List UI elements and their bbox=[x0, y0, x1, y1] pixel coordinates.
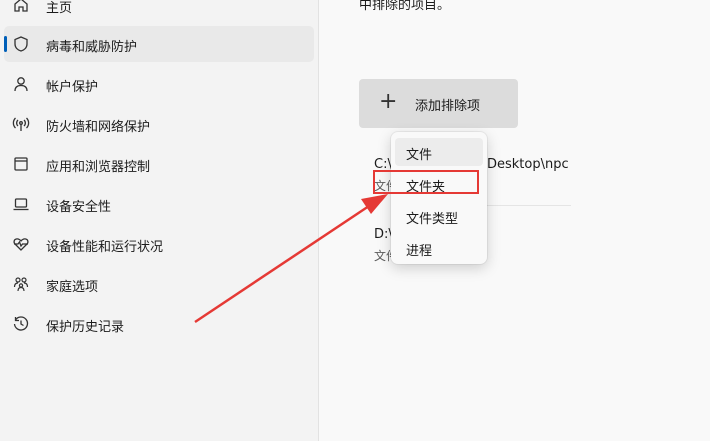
arrow-shaft bbox=[194, 202, 373, 324]
windows-security-window: 主页 病毒和威胁防护 帐户保护 防火墙和网络保护 应用和浏览器控制 设备安全性 … bbox=[0, 0, 710, 441]
annotation-arrow bbox=[194, 194, 388, 324]
arrow-head bbox=[361, 194, 388, 214]
